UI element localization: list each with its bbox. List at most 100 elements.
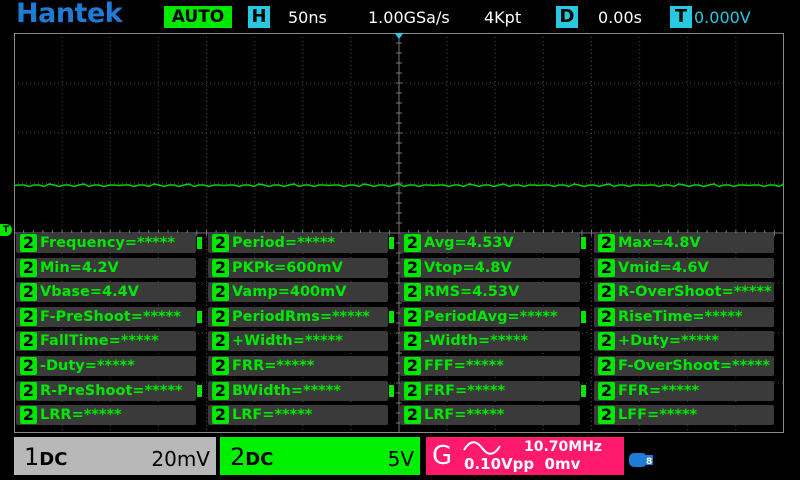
measurement-item: 2 F-OverShoot=***** [594, 356, 774, 376]
delay-value: 0.00s [598, 8, 642, 27]
measurement-marker [197, 310, 202, 323]
measurement-item: 2 Vmid=4.6V [594, 257, 774, 278]
measurement-marker [581, 310, 586, 323]
measurement-value: BWidth=***** [232, 382, 341, 399]
measurement-channel-badge: 2 [212, 357, 229, 375]
measurement-value: Vtop=4.8V [424, 259, 512, 276]
measurement-value: FFF=***** [424, 358, 504, 374]
measurement-item: 2 Frequency=***** [16, 233, 202, 253]
measurement-item: 2 LRF=***** [208, 405, 388, 426]
measurement-item: 2 -Duty=***** [16, 356, 196, 376]
measurement-marker [389, 310, 394, 323]
sine-wave-icon [463, 441, 501, 455]
measurement-channel-badge: 2 [20, 381, 37, 400]
measurement-channel-badge: 2 [212, 332, 229, 351]
measurement-channel-badge: 2 [404, 307, 421, 326]
measurement-value: Min=4.2V [40, 259, 119, 276]
measurement-item: 2 Vbase=4.4V [16, 282, 196, 303]
measurement-value: +Width=***** [232, 333, 343, 350]
measurement-item: 2 R-OverShoot=***** [594, 282, 774, 303]
measurement-value: PeriodRms=***** [232, 308, 370, 325]
measurement-item: 2 FFR=***** [594, 380, 774, 401]
measurement-marker [197, 237, 202, 249]
measurement-channel-badge: 2 [598, 307, 615, 326]
status-bar: Hantek AUTO H 50ns 1.00GSa/s 4Kpt D 0.00… [0, 0, 800, 30]
measurement-value: FRF=***** [424, 382, 506, 399]
memory-depth-value: 4Kpt [484, 8, 522, 27]
measurement-item: 2 LRR=***** [16, 405, 196, 426]
measurement-marker [197, 384, 202, 397]
measurement-item: 2 RiseTime=***** [594, 306, 774, 327]
measurement-value: PeriodAvg=***** [424, 308, 558, 325]
measurement-value: LFF=***** [618, 407, 698, 424]
measurement-item: 2 FFF=***** [400, 356, 580, 376]
measurement-item: 2 Min=4.2V [16, 257, 196, 278]
measurement-value: Period=***** [232, 235, 335, 251]
measurement-value: LRF=***** [424, 407, 505, 424]
measurement-value: F-PreShoot=***** [40, 308, 181, 325]
measurement-value: -Width=***** [424, 333, 529, 350]
measurement-item: 2 Max=4.8V [594, 233, 774, 253]
ch2-scale: 5V [387, 447, 414, 471]
ch1-status[interactable]: 1DC 20mV [14, 437, 216, 475]
measurement-value: LRR=***** [40, 407, 122, 424]
measurement-item: 2 PKPk=600mV [208, 257, 388, 278]
measurement-item: 2 R-PreShoot=***** [16, 380, 202, 401]
measurement-marker [581, 237, 586, 249]
trigger-level-marker[interactable]: T [0, 224, 12, 236]
trigger-level-value: 0.000V [694, 8, 751, 27]
measurement-item: 2 +Width=***** [208, 331, 388, 352]
measurement-item: 2 FallTime=***** [16, 331, 196, 352]
measurement-channel-badge: 2 [212, 307, 229, 326]
measurement-channel-badge: 2 [212, 234, 229, 252]
measurement-channel-badge: 2 [20, 258, 37, 277]
measurement-item: 2 Vamp=400mV [208, 282, 388, 303]
horizontal-badge[interactable]: H [248, 6, 270, 28]
run-mode-button[interactable]: AUTO [164, 6, 232, 28]
measurement-channel-badge: 2 [598, 332, 615, 351]
measurement-marker [389, 237, 394, 249]
measurement-value: RiseTime=***** [618, 308, 743, 325]
measurement-channel-badge: 2 [404, 283, 421, 302]
ch2-label: 2DC [230, 443, 274, 471]
measurement-channel-badge: 2 [212, 258, 229, 277]
measurement-item: 2 -Width=***** [400, 331, 580, 352]
measurement-item: 2 Avg=4.53V [400, 233, 586, 253]
measurement-value: F-OverShoot=***** [618, 358, 770, 374]
trigger-badge[interactable]: T [670, 6, 692, 28]
measurement-channel-badge: 2 [404, 258, 421, 277]
measurement-value: +Duty=***** [618, 333, 719, 350]
measurement-item: 2 PeriodRms=***** [208, 306, 394, 327]
measurement-item: 2 LRF=***** [400, 405, 580, 426]
measurement-item: 2 FRR=***** [208, 356, 388, 376]
measurement-channel-badge: 2 [404, 234, 421, 252]
ch1-label: 1DC [24, 443, 68, 471]
trigger-status[interactable]: G 10.70MHz 0.10Vpp 0mv [426, 437, 624, 475]
measurement-value: Avg=4.53V [424, 235, 514, 251]
brand-logo: Hantek [16, 0, 123, 29]
measurement-value: R-OverShoot=***** [618, 284, 772, 301]
measurement-channel-badge: 2 [20, 234, 37, 252]
ch2-status[interactable]: 2DC 5V [220, 437, 420, 475]
measurement-channel-badge: 2 [212, 283, 229, 302]
measurement-value: Vamp=400mV [232, 284, 347, 301]
measurement-value: R-PreShoot=***** [40, 382, 183, 399]
measurement-item: 2 BWidth=***** [208, 380, 394, 401]
measurement-channel-badge: 2 [404, 357, 421, 375]
measurement-value: Frequency=***** [40, 235, 175, 251]
measurement-marker [389, 384, 394, 397]
measurement-value: LRF=***** [232, 407, 313, 424]
measurement-channel-badge: 2 [598, 381, 615, 400]
measurement-channel-badge: 2 [20, 406, 37, 425]
measurement-channel-badge: 2 [212, 406, 229, 425]
measurement-channel-badge: 2 [598, 406, 615, 425]
trigger-amplitude-level: 0.10Vpp 0mv [464, 455, 581, 473]
measurement-channel-badge: 2 [212, 381, 229, 400]
measurement-item: 2 Period=***** [208, 233, 394, 253]
measurement-item: 2 PeriodAvg=***** [400, 306, 586, 327]
measurement-channel-badge: 2 [404, 381, 421, 400]
delay-badge[interactable]: D [556, 6, 578, 28]
measurement-channel-badge: 2 [598, 283, 615, 302]
measurement-channel-badge: 2 [20, 307, 37, 326]
svg-text:8: 8 [646, 457, 652, 467]
